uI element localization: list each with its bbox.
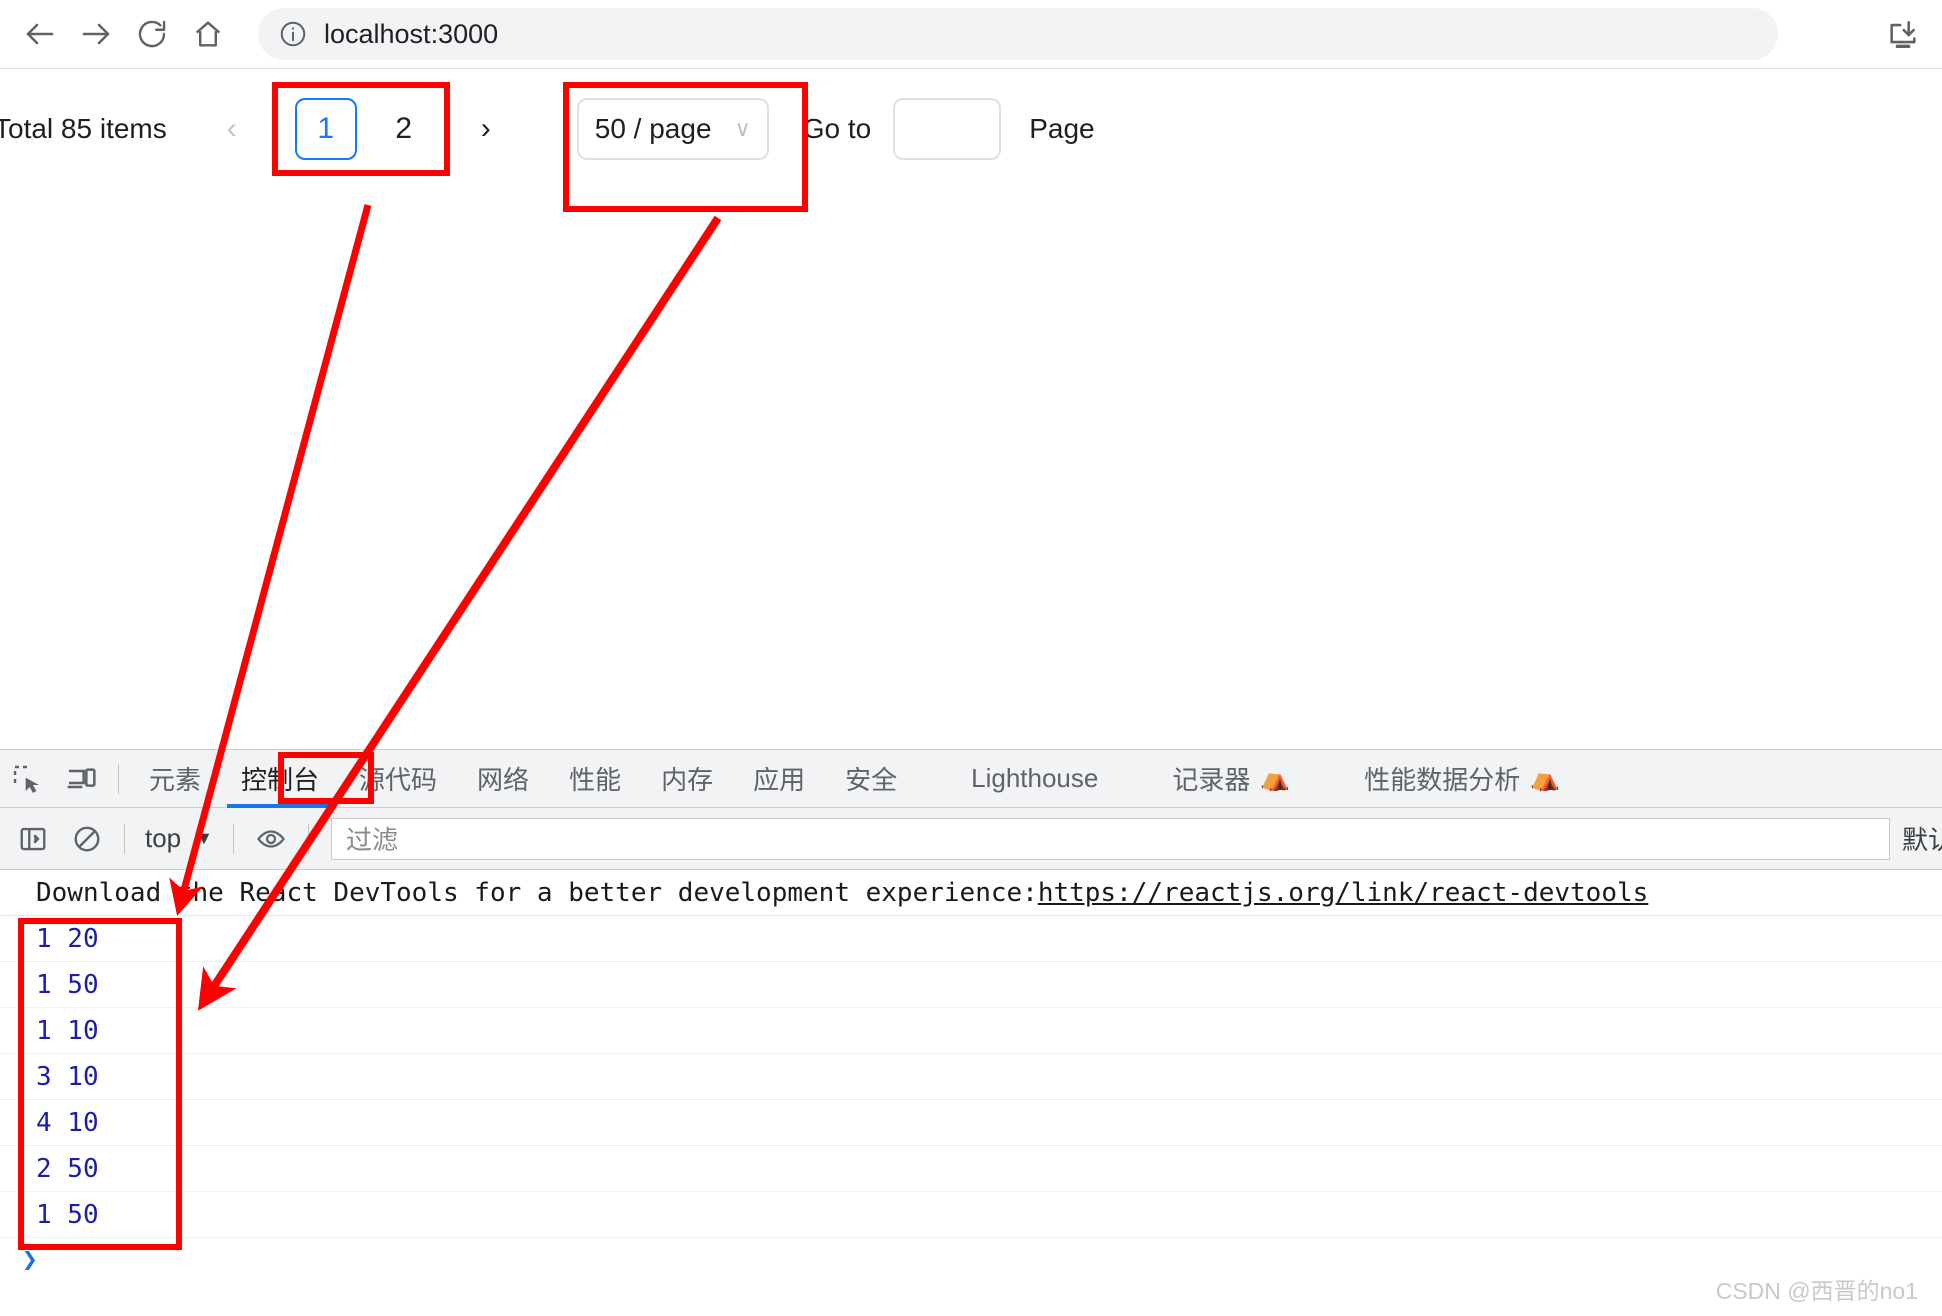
execution-context-value: top: [145, 823, 182, 853]
pagination-page-2[interactable]: 2: [373, 98, 435, 160]
console-output: Download the React DevTools for a better…: [0, 870, 1942, 1316]
console-log-row: 1 20: [0, 916, 1942, 962]
tab-label: 元素: [149, 765, 202, 795]
toolbar-divider-2: [232, 823, 234, 854]
home-icon[interactable]: [180, 6, 236, 62]
page-size-value: 50 / page: [594, 113, 712, 144]
goto-label: Go to: [802, 113, 872, 144]
tab-label: 性能数据分析: [1364, 765, 1521, 795]
tab-performance[interactable]: 性能: [549, 750, 641, 808]
page-suffix-label: Page: [1029, 113, 1095, 144]
device-toolbar-icon[interactable]: [54, 752, 108, 806]
reload-icon[interactable]: [124, 6, 180, 62]
pagination-next-button[interactable]: ›: [461, 104, 511, 154]
flask-icon: ⛺: [1530, 765, 1561, 792]
pagination-page-1[interactable]: 1: [294, 98, 357, 160]
tab-label: 网络: [477, 765, 530, 795]
tab-label: 应用: [753, 765, 806, 795]
inspect-element-icon[interactable]: [0, 752, 54, 806]
console-log-row: 1 50: [0, 1192, 1942, 1238]
install-app-icon[interactable]: [1882, 14, 1924, 56]
chevron-down-icon: ∨: [734, 116, 751, 141]
tab-lighthouse[interactable]: Lighthouse: [951, 750, 1118, 808]
react-devtools-link[interactable]: https://reactjs.org/link/react-devtools: [1038, 878, 1648, 908]
forward-icon[interactable]: [68, 6, 124, 62]
pagination-page-list: 1 2: [287, 98, 443, 160]
pagination-prev-button[interactable]: ‹: [207, 104, 257, 154]
tab-label: 内存: [661, 765, 714, 795]
tab-label: 记录器: [1172, 765, 1251, 795]
watermark: CSDN @西晋的no1: [1715, 1278, 1918, 1304]
pagination-total-label: Total 85 items: [0, 113, 167, 144]
tab-recorder[interactable]: 记录器 ⛺: [1152, 750, 1310, 808]
tab-label: 安全: [845, 765, 898, 795]
console-input-prompt[interactable]: ❯: [0, 1238, 1942, 1282]
execution-context-select[interactable]: top ▼: [135, 823, 223, 854]
tabbar-divider: [118, 763, 119, 794]
devtools-tabbar: 元素 控制台 源代码 网络 性能 内存 应用 安全 Lighthouse 记录器…: [0, 750, 1942, 808]
address-bar-url: localhost:3000: [324, 18, 499, 49]
tab-application[interactable]: 应用: [733, 750, 825, 808]
console-filter-input[interactable]: 过滤: [330, 817, 1890, 860]
toolbar-divider-3: [307, 823, 309, 854]
browser-toolbar: localhost:3000: [0, 0, 1942, 68]
console-sidebar-icon[interactable]: [6, 812, 60, 866]
console-log-row: 3 10: [0, 1054, 1942, 1100]
tab-performance-insights[interactable]: 性能数据分析 ⛺: [1344, 750, 1580, 808]
console-message-text: Download the React DevTools for a better…: [36, 877, 1038, 908]
tab-elements[interactable]: 元素: [129, 750, 221, 808]
chevron-down-icon: ▼: [195, 828, 213, 848]
tab-network[interactable]: 网络: [457, 750, 549, 808]
address-bar[interactable]: localhost:3000: [258, 8, 1778, 60]
back-icon[interactable]: [12, 6, 68, 62]
screenshot-root: localhost:3000 Total 85 items ‹ 1 2 › 50…: [0, 0, 1942, 1316]
devtools-panel: 元素 控制台 源代码 网络 性能 内存 应用 安全 Lighthouse 记录器…: [0, 749, 1942, 1316]
flask-icon: ⛺: [1260, 765, 1291, 792]
goto-page-input[interactable]: [893, 98, 1002, 160]
prompt-chevron-icon: ❯: [22, 1245, 38, 1275]
tab-label: 源代码: [359, 765, 438, 795]
tab-label: 性能: [569, 765, 622, 795]
tab-label: Lighthouse: [971, 763, 1099, 793]
live-expression-icon[interactable]: [244, 812, 298, 866]
console-log-row: 2 50: [0, 1146, 1942, 1192]
site-info-icon[interactable]: [278, 19, 308, 49]
console-message-react-devtools: Download the React DevTools for a better…: [0, 870, 1942, 916]
page-content: Total 85 items ‹ 1 2 › 50 / page ∨ Go to…: [0, 69, 1942, 749]
toolbar-divider-1: [124, 823, 125, 854]
tab-label: 控制台: [241, 765, 320, 795]
tab-sources[interactable]: 源代码: [339, 750, 457, 808]
pagination: Total 85 items ‹ 1 2 › 50 / page ∨ Go to…: [0, 69, 1095, 189]
console-log-row: 4 10: [0, 1100, 1942, 1146]
clear-console-icon[interactable]: [60, 812, 114, 866]
console-log-row: 1 50: [0, 962, 1942, 1008]
console-levels-select[interactable]: 默认级别: [1902, 820, 1942, 857]
tab-security[interactable]: 安全: [825, 750, 917, 808]
console-toolbar: top ▼ 过滤 默认级别: [0, 808, 1942, 870]
page-size-select[interactable]: 50 / page ∨: [576, 98, 769, 160]
tab-console[interactable]: 控制台: [221, 750, 339, 808]
console-log-row: 1 10: [0, 1008, 1942, 1054]
tab-memory[interactable]: 内存: [641, 750, 733, 808]
console-filter-placeholder: 过滤: [345, 825, 398, 855]
